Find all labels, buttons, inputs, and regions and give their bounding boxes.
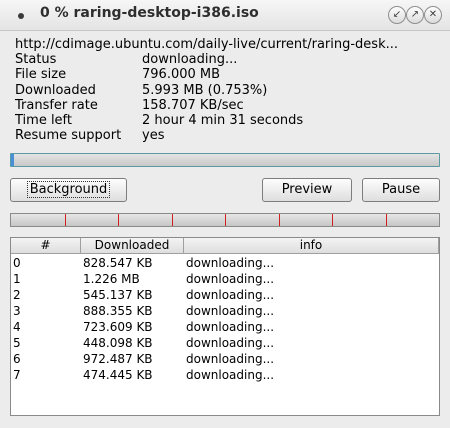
cell-number: 1 (13, 272, 21, 286)
cell-number: 2 (13, 288, 21, 302)
table-row[interactable]: 1 1.226 MB downloading... (11, 271, 439, 287)
cell-info: downloading... (186, 368, 275, 382)
table-row[interactable]: 2 545.137 KB downloading... (11, 287, 439, 303)
overall-progress-fill (11, 154, 15, 166)
preview-button[interactable]: Preview (262, 178, 352, 202)
table-row[interactable]: 3 888.355 KB downloading... (11, 303, 439, 319)
info-label: File size (15, 67, 67, 83)
segment-divider (225, 214, 226, 226)
cell-info: downloading... (186, 336, 275, 350)
minimize-icon[interactable]: ↙ (388, 6, 406, 24)
info-value: downloading... (142, 52, 238, 68)
info-value: 796.000 MB (142, 67, 221, 83)
window-title: 0 % raring-desktop-i386.iso (40, 5, 259, 21)
segment-divider (386, 214, 387, 226)
info-label: Status (15, 52, 57, 68)
cell-number: 3 (13, 304, 21, 318)
download-url: http://cdimage.ubuntu.com/daily-live/cur… (15, 37, 398, 52)
cell-info: downloading... (186, 288, 275, 302)
title-bar[interactable]: 0 % raring-desktop-i386.iso ↙ ↗ ✕ (0, 0, 450, 31)
cell-downloaded: 545.137 KB (83, 288, 153, 302)
info-label: Resume support (15, 128, 122, 144)
cell-info: downloading... (186, 320, 275, 334)
segment-progress-bar (10, 213, 440, 227)
info-row-transfer-rate: Transfer rate 158.707 KB/sec (15, 98, 440, 113)
segment-divider (172, 214, 173, 226)
column-header-info[interactable]: info (184, 238, 439, 254)
table-row[interactable]: 5 448.098 KB downloading... (11, 335, 439, 351)
table-row[interactable]: 7 474.445 KB downloading... (11, 367, 439, 383)
info-label: Transfer rate (15, 97, 98, 113)
info-row-resume-support: Resume support yes (15, 128, 440, 143)
info-row-downloaded: Downloaded 5.993 MB (0.753%) (15, 83, 440, 98)
overall-progress-bar (10, 153, 440, 167)
cell-info: downloading... (186, 352, 275, 366)
column-header-number[interactable]: # (11, 238, 81, 254)
close-icon[interactable]: ✕ (424, 6, 442, 24)
segments-table[interactable]: # Downloaded info 0 828.547 KB downloadi… (10, 237, 440, 416)
cell-downloaded: 1.226 MB (83, 272, 140, 286)
cell-info: downloading... (186, 272, 275, 286)
table-header: # Downloaded info (11, 238, 439, 254)
info-label: Time left (15, 112, 73, 128)
info-value: 5.993 MB (0.753%) (142, 82, 268, 98)
info-value: 2 hour 4 min 31 seconds (142, 112, 304, 128)
table-row[interactable]: 4 723.609 KB downloading... (11, 319, 439, 335)
segment-divider (332, 214, 333, 226)
cell-number: 0 (13, 256, 21, 270)
cell-downloaded: 474.445 KB (83, 368, 153, 382)
info-value: 158.707 KB/sec (142, 97, 244, 113)
download-info: http://cdimage.ubuntu.com/daily-live/cur… (15, 37, 440, 143)
table-row[interactable]: 0 828.547 KB downloading... (11, 255, 439, 271)
cell-downloaded: 972.487 KB (83, 352, 153, 366)
background-button[interactable]: Background (10, 178, 127, 202)
segment-divider (279, 214, 280, 226)
info-value: yes (142, 128, 165, 144)
background-button-label: Background (26, 181, 111, 198)
info-row-file-size: File size 796.000 MB (15, 67, 440, 82)
cell-info: downloading... (186, 304, 275, 318)
cell-downloaded: 723.609 KB (83, 320, 153, 334)
cell-number: 5 (13, 336, 21, 350)
column-header-downloaded[interactable]: Downloaded (81, 238, 184, 254)
segment-divider (65, 214, 66, 226)
cell-downloaded: 888.355 KB (83, 304, 153, 318)
cell-downloaded: 828.547 KB (83, 256, 153, 270)
pause-button[interactable]: Pause (362, 178, 440, 202)
cell-number: 7 (13, 368, 21, 382)
cell-downloaded: 448.098 KB (83, 336, 153, 350)
cell-info: downloading... (186, 256, 275, 270)
cell-number: 6 (13, 352, 21, 366)
info-row-time-left: Time left 2 hour 4 min 31 seconds (15, 113, 440, 128)
table-row[interactable]: 6 972.487 KB downloading... (11, 351, 439, 367)
cell-number: 4 (13, 320, 21, 334)
segment-divider (118, 214, 119, 226)
window-menu-icon[interactable] (18, 13, 24, 19)
info-label: Downloaded (15, 82, 96, 98)
info-row-status: Status downloading... (15, 52, 440, 67)
maximize-icon[interactable]: ↗ (406, 6, 424, 24)
